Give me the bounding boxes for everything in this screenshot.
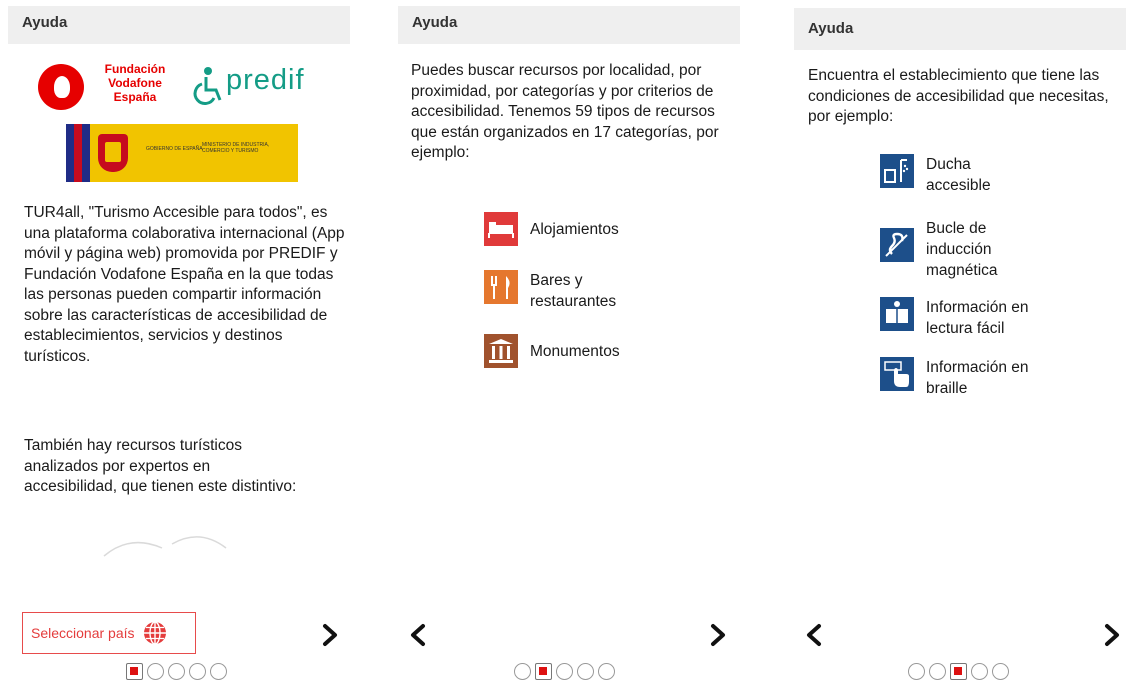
- predif-wheelchair-icon: [193, 67, 222, 106]
- easy-read-icon: [880, 297, 914, 331]
- braille-icon: [880, 357, 914, 391]
- panel-header: Ayuda: [794, 8, 1126, 50]
- previous-arrow-icon[interactable]: [802, 620, 826, 650]
- feature-label: Ducha accesible: [926, 156, 991, 194]
- list-item: Información en braille: [880, 357, 1056, 399]
- pager-dot-5[interactable]: [210, 662, 227, 680]
- pager-dot-2[interactable]: [535, 662, 552, 680]
- help-panel-2: Ayuda Puedes buscar recursos por localid…: [398, 0, 740, 684]
- eu-flag-strip: [66, 124, 90, 182]
- vodafone-logo: [38, 64, 84, 110]
- category-label: Alojamientos: [530, 221, 619, 238]
- pager-dot-1[interactable]: [514, 662, 531, 680]
- pager-dot-1[interactable]: [126, 662, 143, 680]
- select-country-label: Seleccionar país: [31, 625, 135, 641]
- accessibility-paragraph: Encuentra el establecimiento que tiene l…: [808, 67, 1109, 125]
- hearing-loop-icon: [880, 228, 914, 262]
- globe-icon: [143, 621, 166, 645]
- accessible-shower-icon: [880, 154, 914, 188]
- pager-dot-5[interactable]: [992, 662, 1009, 680]
- coat-of-arms-icon: [98, 134, 128, 172]
- vodafone-foundation-text: Fundación Vodafone España: [104, 62, 166, 104]
- monument-icon: [484, 334, 518, 368]
- pager-dot-4[interactable]: [189, 662, 206, 680]
- pager-dot-1[interactable]: [908, 662, 925, 680]
- intro-paragraph: TUR4all, "Turismo Accesible para todos",…: [24, 204, 345, 365]
- feature-label: Información en braille: [926, 359, 1029, 397]
- panel-header: Ayuda: [8, 6, 350, 44]
- bed-icon: [484, 212, 518, 246]
- pager-dot-5[interactable]: [598, 662, 615, 680]
- pager-dot-4[interactable]: [577, 662, 594, 680]
- next-arrow-icon[interactable]: [706, 620, 730, 650]
- panel-header: Ayuda: [398, 6, 740, 44]
- previous-arrow-icon[interactable]: [406, 620, 430, 650]
- list-item: Bares y restaurantes: [484, 270, 640, 312]
- help-panel-1: Ayuda Fundación Vodafone España predif G…: [8, 0, 350, 684]
- list-item: Información en lectura fácil: [880, 297, 1056, 339]
- fork-knife-icon: [484, 270, 518, 304]
- next-arrow-icon[interactable]: [318, 620, 342, 650]
- category-list: Alojamientos Bares y restaurantes Monume…: [484, 212, 640, 368]
- list-item: Alojamientos: [484, 212, 640, 246]
- help-panel-3: Ayuda Encuentra el establecimiento que t…: [794, 0, 1126, 684]
- pager-dot-2[interactable]: [147, 662, 164, 680]
- predif-logo-text: predif: [226, 64, 305, 96]
- pager-dots: [908, 661, 1009, 681]
- category-label: Monumentos: [530, 343, 620, 360]
- pager-dot-2[interactable]: [929, 662, 946, 680]
- ministry-label: MINISTERIO DE INDUSTRIA, COMERCIO Y TURI…: [202, 142, 270, 154]
- feature-label: Bucle de inducción magnética: [926, 220, 998, 279]
- pager-dot-3[interactable]: [950, 662, 967, 680]
- spanish-government-logo: GOBIERNO DE ESPAÑA MINISTERIO DE INDUSTR…: [66, 124, 298, 182]
- badge-paragraph: También hay recursos turísticos analizad…: [24, 437, 297, 495]
- partner-logos: Fundación Vodafone España predif: [38, 58, 338, 110]
- pager-dot-4[interactable]: [971, 662, 988, 680]
- next-arrow-icon[interactable]: [1100, 620, 1124, 650]
- accessibility-feature-list: Ducha accesible Bucle de inducción magné…: [880, 154, 1056, 399]
- pager-dots: [514, 661, 615, 681]
- pager-dots: [126, 661, 227, 681]
- feature-label: Información en lectura fácil: [926, 299, 1029, 337]
- list-item: Bucle de inducción magnética: [880, 218, 1056, 281]
- select-country-button[interactable]: Seleccionar país: [22, 612, 196, 654]
- list-item: Monumentos: [484, 334, 640, 368]
- search-paragraph: Puedes buscar recursos por localidad, po…: [411, 62, 719, 161]
- pager-dot-3[interactable]: [556, 662, 573, 680]
- list-item: Ducha accesible: [880, 154, 1056, 196]
- expert-badge-icon: [103, 536, 227, 557]
- pager-dot-3[interactable]: [168, 662, 185, 680]
- category-label: Bares y restaurantes: [530, 272, 617, 310]
- gov-label: GOBIERNO DE ESPAÑA: [146, 146, 203, 152]
